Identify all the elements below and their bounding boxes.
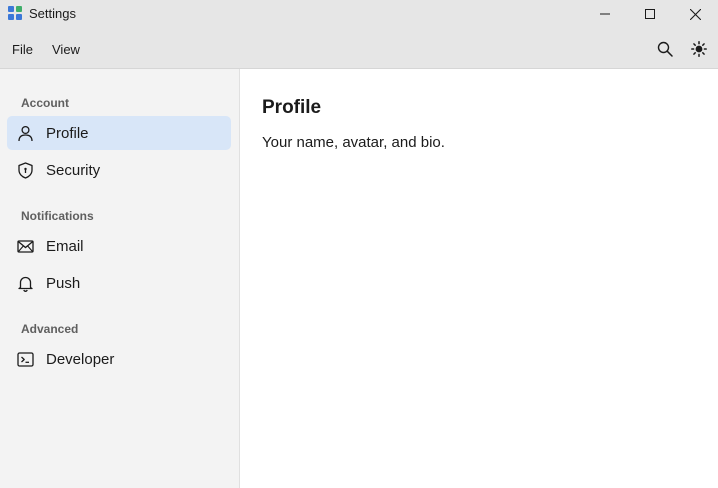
mail-icon <box>17 240 34 253</box>
sidebar-item-push[interactable]: Push <box>7 266 231 300</box>
sidebar-item-profile[interactable]: Profile <box>7 116 231 150</box>
person-icon <box>18 125 33 142</box>
sidebar: Account Profile Security Notifications E… <box>0 69 240 488</box>
page-title: Profile <box>262 97 322 118</box>
sidebar-item-label: Security <box>46 162 101 179</box>
maximize-icon <box>645 9 655 19</box>
menu-file[interactable]: File <box>12 42 33 57</box>
terminal-icon <box>17 352 34 367</box>
sidebar-item-label: Developer <box>46 351 115 368</box>
minimize-button[interactable] <box>582 0 628 28</box>
group-label-account: Account <box>21 96 69 110</box>
app-logo-icon <box>8 6 22 20</box>
sidebar-item-label: Email <box>46 238 84 255</box>
bell-icon <box>18 276 33 292</box>
sidebar-item-developer[interactable]: Developer <box>7 342 231 376</box>
minimize-icon <box>600 13 610 15</box>
sidebar-item-label: Profile <box>46 125 89 142</box>
menu-view[interactable]: View <box>52 42 80 57</box>
group-label-notifications: Notifications <box>21 209 94 223</box>
page-description: Your name, avatar, and bio. <box>262 134 445 151</box>
title-bar[interactable]: Settings <box>0 0 718 28</box>
main-content: Profile Your name, avatar, and bio. <box>241 69 718 488</box>
maximize-button[interactable] <box>627 0 673 28</box>
close-icon <box>689 8 701 20</box>
sidebar-item-security[interactable]: Security <box>7 153 231 187</box>
group-label-advanced: Advanced <box>21 322 79 336</box>
shield-icon <box>18 162 33 179</box>
sidebar-item-email[interactable]: Email <box>7 229 231 263</box>
close-button[interactable] <box>672 0 718 28</box>
sun-icon[interactable] <box>691 41 707 57</box>
sidebar-item-label: Push <box>46 275 81 292</box>
menu-bar: File View <box>0 28 718 69</box>
search-icon[interactable] <box>657 41 673 57</box>
window-title: Settings <box>29 6 76 21</box>
